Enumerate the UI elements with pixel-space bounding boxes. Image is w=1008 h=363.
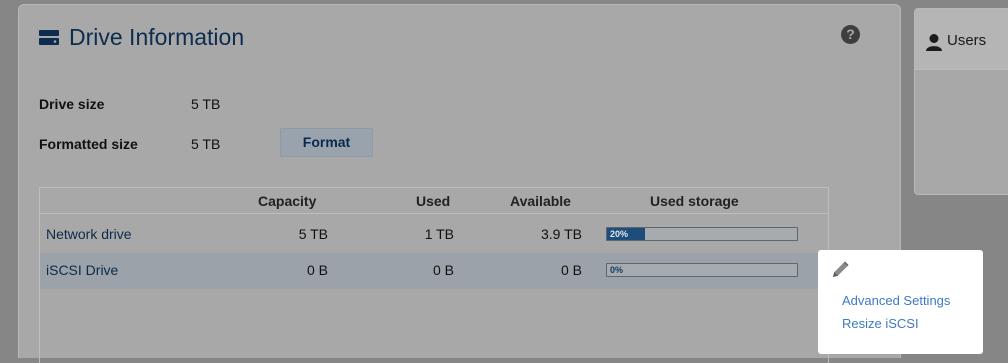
formatted-size-label: Formatted size (39, 136, 138, 152)
drive-size-label: Drive size (39, 96, 105, 112)
table-header-row: Capacity Used Available Used storage (40, 188, 828, 214)
available-value: 3.9 TB (541, 226, 582, 242)
capacity-value: 0 B (306, 262, 328, 278)
used-storage-bar-fill: 20% (607, 228, 645, 240)
table-row[interactable]: Network drive 5 TB 1 TB 3.9 TB 20% (40, 217, 828, 253)
user-icon (926, 34, 942, 51)
column-header-capacity: Capacity (258, 193, 317, 209)
available-value: 0 B (560, 262, 582, 278)
used-value: 0 B (432, 262, 454, 278)
drive-actions-popup: Advanced Settings Resize iSCSI (818, 250, 983, 354)
drive-information-panel: Drive Information ? Drive size 5 TB Form… (18, 4, 901, 363)
capacity-value: 5 TB (298, 226, 328, 242)
column-header-used-storage: Used storage (650, 193, 739, 209)
drive-size-value: 5 TB (191, 96, 221, 112)
menu-item-advanced-settings[interactable]: Advanced Settings (842, 293, 950, 308)
drive-icon (39, 29, 59, 45)
menu-item-resize-iscsi[interactable]: Resize iSCSI (842, 316, 919, 331)
panel-title-text: Drive Information (69, 23, 245, 50)
used-storage-bar: 0% (606, 263, 798, 277)
table-row[interactable]: iSCSI Drive 0 B 0 B 0 B 0% (40, 253, 828, 289)
drives-table: Capacity Used Available Used storage Net… (39, 187, 829, 363)
pencil-icon[interactable] (830, 260, 850, 280)
drive-name: Network drive (46, 226, 132, 242)
column-header-available: Available (510, 193, 571, 209)
formatted-size-value: 5 TB (191, 136, 221, 152)
format-button[interactable]: Format (280, 128, 373, 157)
users-panel-header: Users (915, 9, 1008, 70)
used-storage-bar-fill: 0% (610, 265, 624, 275)
used-value: 1 TB (424, 226, 454, 242)
drive-name: iSCSI Drive (46, 262, 119, 278)
users-panel: Users (914, 8, 1008, 195)
help-icon[interactable]: ? (841, 25, 860, 44)
column-header-used: Used (416, 193, 451, 209)
users-panel-title: Users (947, 32, 987, 49)
used-storage-bar: 20% (606, 227, 798, 241)
panel-title: Drive Information (39, 19, 244, 55)
